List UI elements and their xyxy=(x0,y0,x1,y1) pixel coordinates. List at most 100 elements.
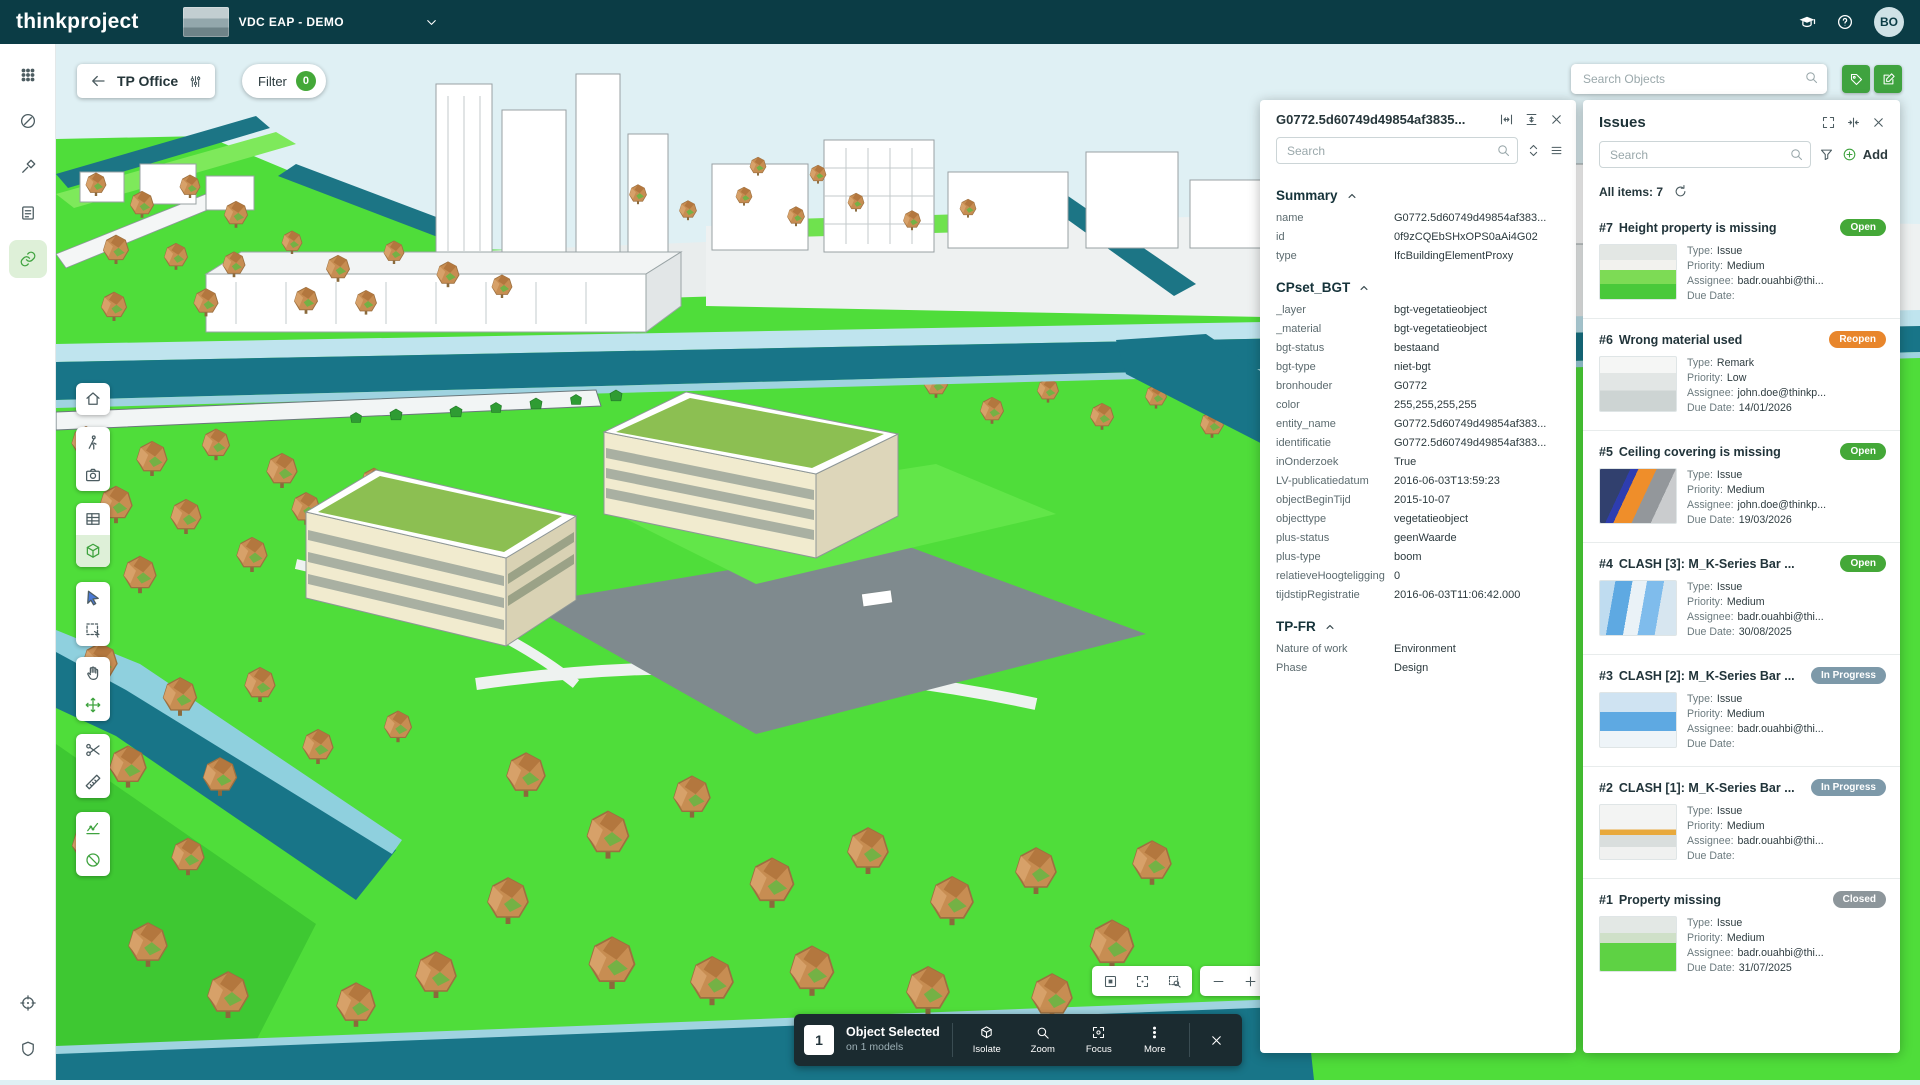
fit-width-icon[interactable] xyxy=(1499,112,1514,127)
zoom-window-button[interactable] xyxy=(1158,966,1190,996)
project-selector[interactable]: VDC EAP - DEMO xyxy=(183,7,439,37)
property-row: bgt-statusbestaand xyxy=(1260,339,1576,358)
chevron-up-icon xyxy=(1323,620,1337,634)
model-viewer-icon[interactable] xyxy=(9,240,47,278)
property-key: inOnderzoek xyxy=(1276,456,1394,469)
home-view-button[interactable] xyxy=(76,383,110,415)
privacy-shield-icon[interactable] xyxy=(9,1030,47,1068)
property-key: bgt-type xyxy=(1276,361,1394,374)
collapse-panel-icon[interactable] xyxy=(1846,115,1861,130)
analysis-chart-button[interactable] xyxy=(76,812,110,844)
property-key: type xyxy=(1276,250,1394,263)
issue-title: Height property is missing xyxy=(1619,221,1835,235)
markup-button[interactable] xyxy=(1874,65,1902,93)
close-selection-button[interactable] xyxy=(1202,1033,1232,1048)
issue-card[interactable]: #2CLASH [1]: M_K-Series Bar ...In Progre… xyxy=(1583,767,1900,879)
list-view-icon[interactable] xyxy=(1549,143,1564,158)
issue-thumbnail[interactable] xyxy=(1599,468,1677,524)
issue-fields: Type:IssuePriority:MediumAssignee:badr.o… xyxy=(1687,580,1824,640)
chevron-up-icon xyxy=(1345,189,1359,203)
zoom-fit-button[interactable] xyxy=(1094,966,1126,996)
expand-panel-icon[interactable] xyxy=(1821,115,1836,130)
property-value: bgt-vegetatieobject xyxy=(1394,323,1560,336)
forms-icon[interactable] xyxy=(9,194,47,232)
add-issue-button[interactable]: Add xyxy=(1842,147,1888,162)
collapse-all-icon[interactable] xyxy=(1526,143,1541,158)
properties-search-input[interactable] xyxy=(1276,137,1518,164)
zoom-extents-button[interactable] xyxy=(1126,966,1158,996)
app-logo: thinkproject xyxy=(16,10,139,34)
issue-card[interactable]: #1Property missingClosedType:IssuePriori… xyxy=(1583,879,1900,990)
section-header[interactable]: Summary xyxy=(1260,174,1576,209)
issues-search-input[interactable] xyxy=(1599,141,1811,168)
selection-count: 1 xyxy=(804,1025,834,1055)
project-name: VDC EAP - DEMO xyxy=(239,15,344,29)
issue-fields: Type:RemarkPriority:LowAssignee:john.doe… xyxy=(1687,356,1826,416)
property-value: geenWaarde xyxy=(1394,532,1560,545)
status-badge: Reopen xyxy=(1829,331,1886,348)
isolate-button[interactable]: Isolate xyxy=(965,1025,1009,1055)
move-tool-button[interactable] xyxy=(76,689,110,721)
section-header[interactable]: TP-FR xyxy=(1260,605,1576,640)
close-icon[interactable] xyxy=(1871,115,1886,130)
property-row: objecttypevegetatieobject xyxy=(1260,510,1576,529)
issue-thumbnail[interactable] xyxy=(1599,692,1677,748)
walk-mode-button[interactable] xyxy=(76,427,110,459)
property-value: 0f9zCQEbSHxOPS0aAi4G02 xyxy=(1394,231,1560,244)
apps-grid-icon[interactable] xyxy=(9,56,47,94)
close-icon[interactable] xyxy=(1549,112,1564,127)
zoom-out-button[interactable] xyxy=(1202,966,1234,996)
help-icon[interactable] xyxy=(1836,13,1854,31)
zoom-selection-button[interactable]: Zoom xyxy=(1021,1025,1065,1055)
property-key: objecttype xyxy=(1276,513,1394,526)
issues-panel: Issues Add All items: 7 #7Height propert… xyxy=(1583,100,1900,1053)
section-title: TP-FR xyxy=(1276,619,1316,634)
property-key: Nature of work xyxy=(1276,643,1394,656)
markup-tools-icon[interactable] xyxy=(9,148,47,186)
view-settings-icon[interactable] xyxy=(188,74,203,89)
issue-card[interactable]: #3CLASH [2]: M_K-Series Bar ...In Progre… xyxy=(1583,655,1900,767)
issue-thumbnail[interactable] xyxy=(1599,356,1677,412)
issue-fields: Type:IssuePriority:MediumAssignee:badr.o… xyxy=(1687,692,1824,752)
section-header[interactable]: CPset_BGT xyxy=(1260,266,1576,301)
filter-funnel-icon[interactable] xyxy=(1819,147,1834,162)
object-table-button[interactable] xyxy=(76,503,110,535)
more-button[interactable]: More xyxy=(1133,1025,1177,1055)
search-objects-input[interactable] xyxy=(1571,64,1827,94)
annotations-button[interactable] xyxy=(1842,65,1870,93)
issue-thumbnail[interactable] xyxy=(1599,916,1677,972)
fit-height-icon[interactable] xyxy=(1524,112,1539,127)
issue-thumbnail[interactable] xyxy=(1599,804,1677,860)
hide-objects-button[interactable] xyxy=(76,844,110,876)
reports-icon[interactable] xyxy=(9,102,47,140)
property-value: Design xyxy=(1394,662,1560,675)
issue-thumbnail[interactable] xyxy=(1599,580,1677,636)
issue-card[interactable]: #6Wrong material usedReopenType:RemarkPr… xyxy=(1583,319,1900,431)
measure-tool-button[interactable] xyxy=(76,766,110,798)
focus-button[interactable]: Focus xyxy=(1077,1025,1121,1055)
models-button[interactable] xyxy=(76,535,110,567)
back-icon[interactable] xyxy=(89,72,107,90)
section-tool-button[interactable] xyxy=(76,734,110,766)
property-key: objectBeginTijd xyxy=(1276,494,1394,507)
section-title: CPset_BGT xyxy=(1276,280,1350,295)
issue-card[interactable]: #5Ceiling covering is missingOpenType:Is… xyxy=(1583,431,1900,543)
support-target-icon[interactable] xyxy=(9,984,47,1022)
avatar[interactable]: BO xyxy=(1874,7,1904,37)
issue-number: #1 xyxy=(1599,893,1613,907)
chevron-up-icon xyxy=(1357,281,1371,295)
issue-card[interactable]: #7Height property is missingOpenType:Iss… xyxy=(1583,207,1900,319)
pan-tool-button[interactable] xyxy=(76,657,110,689)
camera-views-button[interactable] xyxy=(76,459,110,491)
issue-thumbnail[interactable] xyxy=(1599,244,1677,300)
select-tool-button[interactable] xyxy=(76,582,110,614)
property-row: relatieveHoogteligging0 xyxy=(1260,567,1576,586)
refresh-icon[interactable] xyxy=(1673,184,1688,199)
top-bar: thinkproject VDC EAP - DEMO BO xyxy=(0,0,1920,44)
property-row: inOnderzoekTrue xyxy=(1260,453,1576,472)
issue-card[interactable]: #4CLASH [3]: M_K-Series Bar ...OpenType:… xyxy=(1583,543,1900,655)
filter-button[interactable]: Filter 0 xyxy=(242,64,326,98)
status-badge: Open xyxy=(1840,555,1886,572)
academy-icon[interactable] xyxy=(1798,13,1816,31)
marquee-select-button[interactable] xyxy=(76,614,110,646)
